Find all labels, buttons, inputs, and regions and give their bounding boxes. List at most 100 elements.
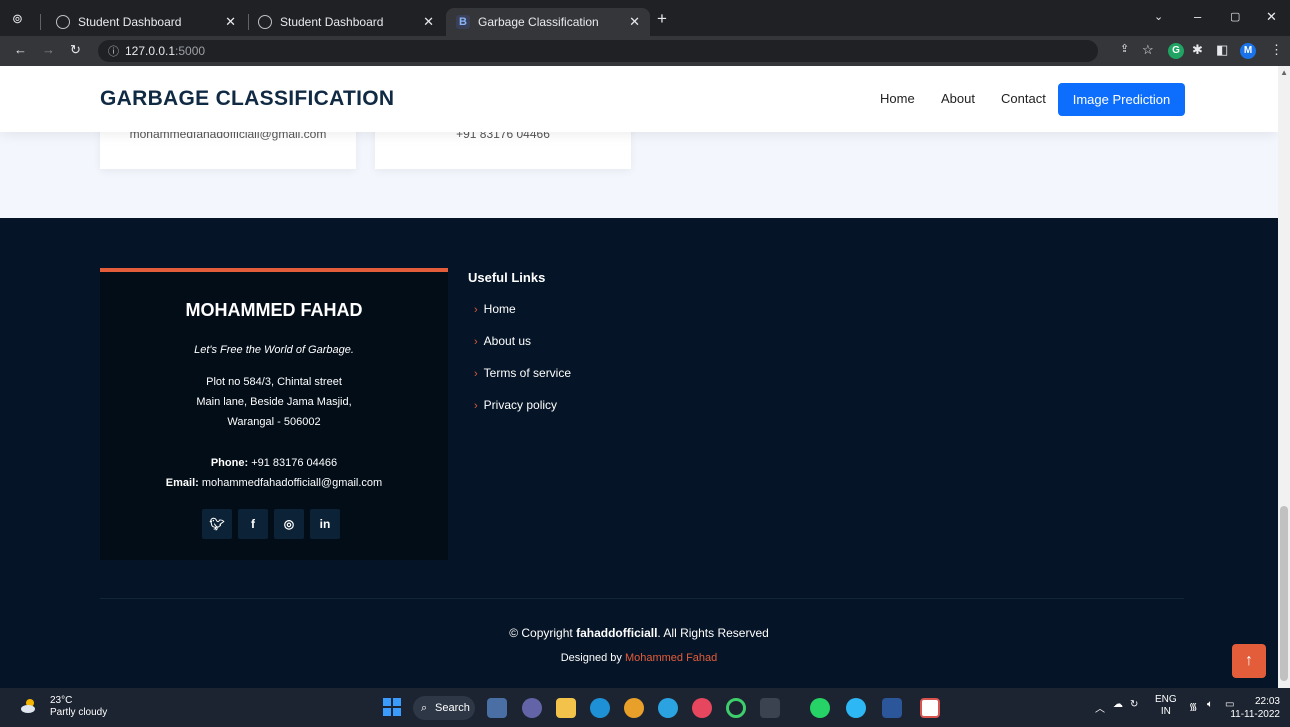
arrow-up-icon: ↑	[1245, 652, 1253, 669]
onedrive-icon[interactable]: ☁	[1113, 699, 1123, 710]
tab-student-dashboard-1[interactable]: Student Dashboard ✕	[46, 8, 246, 36]
app-ring-icon[interactable]	[726, 698, 746, 718]
copyright-text: © Copyright fahaddofficiall. All Rights …	[509, 626, 769, 640]
footer-link-privacy[interactable]: › Privacy policy	[474, 398, 557, 412]
word-icon[interactable]	[882, 698, 902, 718]
scroll-up-arrow-icon[interactable]: ▲	[1280, 68, 1288, 77]
browser-tab-bar: ⊚ Student Dashboard ✕ Student Dashboard …	[0, 0, 1290, 36]
bookmark-star-icon[interactable]: ☆	[1142, 42, 1154, 58]
globe-icon	[258, 15, 272, 29]
weather-widget[interactable]: 23°C Partly cloudy	[21, 695, 107, 719]
tab-garbage-classification[interactable]: B Garbage Classification ✕	[446, 8, 650, 36]
address-bar[interactable]: ⓘ 127.0.0.1:5000	[98, 40, 1098, 62]
scrollbar-thumb[interactable]	[1280, 506, 1288, 681]
tab-student-dashboard-2[interactable]: Student Dashboard ✕	[248, 8, 444, 36]
phone-label: Phone:	[210, 457, 249, 469]
nav-home[interactable]: Home	[880, 91, 915, 106]
image-prediction-button[interactable]: Image Prediction	[1058, 83, 1185, 116]
footer-name: MOHAMMED FAHAD	[185, 300, 363, 320]
email-label: Email:	[165, 477, 199, 489]
edge-browser-icon[interactable]	[590, 698, 610, 718]
footer-link-about[interactable]: › About us	[474, 334, 531, 348]
page-viewport: mohammedfahadofficiall@gmail.com +91 831…	[0, 66, 1290, 688]
info-icon[interactable]: ⓘ	[108, 43, 119, 59]
url-host: 127.0.0.1	[125, 44, 176, 58]
volume-icon[interactable]: 🔈︎	[1207, 699, 1213, 710]
reload-icon[interactable]: ↻	[70, 42, 81, 58]
minimize-icon[interactable]: –	[1194, 9, 1201, 24]
chevron-right-icon: ›	[474, 400, 478, 412]
chevron-right-icon: ›	[474, 336, 478, 348]
email-value: mohammedfahadofficiall@gmail.com	[201, 477, 383, 489]
show-hidden-icons-chevron-icon[interactable]: ︿	[1095, 700, 1105, 715]
extensions-puzzle-icon[interactable]: ✱	[1192, 42, 1203, 58]
nav-contact[interactable]: Contact	[1001, 91, 1046, 106]
close-tab-icon[interactable]: ✕	[629, 14, 640, 30]
address-line: Main lane, Beside Jama Masjid,	[196, 396, 352, 408]
copyright-owner: fahaddofficiall	[576, 626, 658, 640]
snipping-tool-icon[interactable]	[920, 698, 940, 718]
chrome-profile-icon[interactable]	[846, 698, 866, 718]
footer-divider	[100, 598, 1184, 599]
designer-link[interactable]: Mohammed Fahad	[625, 652, 717, 664]
chevron-right-icon: ›	[474, 304, 478, 316]
site-header: GARBAGE CLASSIFICATION Home About Contac…	[0, 66, 1278, 132]
site-logo[interactable]: GARBAGE CLASSIFICATION	[100, 87, 394, 111]
file-explorer-icon[interactable]	[556, 698, 576, 718]
chrome-browser-icon[interactable]	[624, 698, 644, 718]
linkedin-icon[interactable]: in	[310, 509, 340, 539]
windows-taskbar: 23°C Partly cloudy ⌕ Search ︿ ☁ ↻ ENG IN …	[0, 688, 1290, 727]
taskbar-search[interactable]: ⌕ Search	[413, 696, 475, 720]
forward-arrow-icon[interactable]: →	[42, 42, 55, 57]
footer-info-box: MOHAMMED FAHAD Let's Free the World of G…	[100, 268, 448, 560]
nav-about[interactable]: About	[941, 91, 975, 106]
language-indicator[interactable]: ENG IN	[1155, 694, 1177, 718]
instagram-icon[interactable]: ◎	[274, 509, 304, 539]
footer-tagline: Let's Free the World of Garbage.	[194, 344, 354, 356]
taskbar-search-label: Search	[435, 702, 470, 714]
footer-link-terms[interactable]: › Terms of service	[474, 366, 571, 380]
clock-date: 11-11-2022	[1230, 709, 1280, 720]
footer-email: Email: mohammedfahadofficiall@gmail.com	[100, 477, 448, 489]
wifi-icon[interactable]: ᯾	[1189, 699, 1198, 713]
teams-chat-icon[interactable]	[522, 698, 542, 718]
share-icon[interactable]: ⇪	[1120, 42, 1129, 55]
close-tab-icon[interactable]: ✕	[423, 14, 434, 30]
taskbar-clock[interactable]: 22:03 11-11-2022	[1230, 695, 1280, 721]
search-icon: ⌕	[421, 702, 428, 714]
useful-links-title: Useful Links	[468, 270, 546, 285]
footer-link-home[interactable]: › Home	[474, 302, 516, 316]
url-port: :5000	[175, 44, 206, 58]
browser-toolbar: ← → ↻ ⓘ 127.0.0.1:5000 ⇪ ☆ G ✱ ◧ M ⋮	[0, 36, 1290, 66]
globe-icon	[56, 15, 70, 29]
app-window-icon[interactable]	[760, 698, 780, 718]
tab-list-chevron-icon[interactable]: ⌄	[1154, 10, 1163, 23]
telegram-icon[interactable]	[658, 698, 678, 718]
new-tab-plus-icon[interactable]: +	[657, 9, 667, 29]
close-tab-icon[interactable]: ✕	[225, 14, 236, 30]
profile-avatar[interactable]: M	[1240, 43, 1256, 59]
facebook-icon[interactable]: f	[238, 509, 268, 539]
grammarly-extension-icon[interactable]: G	[1168, 43, 1184, 59]
close-window-icon[interactable]: ✕	[1266, 9, 1277, 25]
clock-time: 22:03	[1254, 696, 1280, 707]
side-panel-icon[interactable]: ◧	[1216, 42, 1228, 58]
twitter-icon[interactable]: 🐦︎	[202, 509, 232, 539]
back-arrow-icon[interactable]: ←	[14, 42, 27, 57]
restore-icon[interactable]: ▢	[1230, 10, 1240, 23]
windows-start-icon[interactable]	[383, 698, 401, 716]
task-view-icon[interactable]	[487, 698, 507, 718]
partly-cloudy-icon	[21, 699, 35, 713]
app-icon[interactable]	[692, 698, 712, 718]
chrome-menu-icon[interactable]: ⋮	[1270, 42, 1283, 58]
address-line: Plot no 584/3, Chintal street	[206, 376, 342, 388]
phone-value: +91 83176 04466	[251, 457, 338, 469]
page-scrollbar[interactable]: ▲	[1278, 66, 1290, 688]
tab-title: Student Dashboard	[280, 15, 384, 29]
whatsapp-icon[interactable]	[810, 698, 830, 718]
network-sync-icon[interactable]: ↻	[1130, 699, 1138, 710]
tab-title: Student Dashboard	[78, 15, 182, 29]
back-to-top-button[interactable]: ↑	[1232, 644, 1266, 678]
site-footer: MOHAMMED FAHAD Let's Free the World of G…	[0, 218, 1278, 688]
tab-search-icon[interactable]: ⊚	[12, 11, 23, 27]
